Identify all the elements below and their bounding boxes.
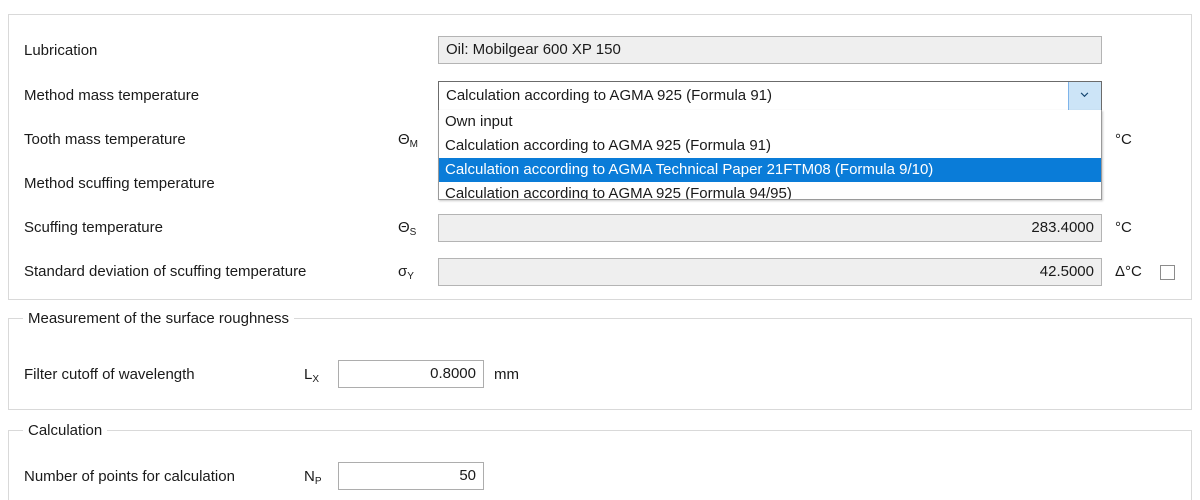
calculation-group-legend: Calculation <box>23 421 108 441</box>
dropdown-item[interactable]: Calculation according to AGMA 925 (Formu… <box>439 182 1101 199</box>
dropdown-item-selected[interactable]: Calculation according to AGMA Technical … <box>439 158 1101 182</box>
method-mass-temperature-label: Method mass temperature <box>24 87 200 104</box>
tooth-mass-temperature-symbol: ΘM <box>398 130 418 152</box>
filter-cutoff-symbol: LX <box>304 365 319 387</box>
surface-roughness-group: Measurement of the surface roughness <box>8 309 1192 410</box>
method-mass-temperature-combobox[interactable]: Calculation according to AGMA 925 (Formu… <box>438 81 1102 111</box>
standard-deviation-scuffing-temperature-checkbox[interactable] <box>1160 265 1175 280</box>
method-scuffing-temperature-label: Method scuffing temperature <box>24 175 215 192</box>
scuffing-temperature-symbol: ΘS <box>398 218 416 240</box>
lubrication-label: Lubrication <box>24 42 98 59</box>
method-mass-temperature-dropdown-button[interactable] <box>1068 82 1101 110</box>
filter-cutoff-unit: mm <box>494 366 519 383</box>
number-of-points-symbol-sub: P <box>314 476 322 487</box>
filter-cutoff-symbol-sub: X <box>312 374 320 385</box>
calculation-group: Calculation <box>8 421 1192 500</box>
standard-deviation-scuffing-temperature-label: Standard deviation of scuffing temperatu… <box>24 263 307 280</box>
tooth-mass-temperature-unit: °C <box>1115 131 1132 148</box>
standard-deviation-scuffing-temperature-field[interactable]: 42.5000 <box>438 258 1102 286</box>
lubrication-field[interactable]: Oil: Mobilgear 600 XP 150 <box>438 36 1102 64</box>
dropdown-item[interactable]: Own input <box>439 110 1101 134</box>
scuffing-temperature-unit: °C <box>1115 219 1132 236</box>
number-of-points-symbol-base: N <box>304 468 315 485</box>
filter-cutoff-input[interactable]: 0.8000 <box>338 360 484 388</box>
tooth-mass-temperature-symbol-sub: M <box>409 139 419 150</box>
scuffing-temperature-symbol-sub: S <box>409 227 417 238</box>
scuffing-temperature-symbol-base: Θ <box>398 219 410 236</box>
standard-deviation-symbol-base: σ <box>398 263 408 280</box>
dropdown-item[interactable]: Calculation according to AGMA 925 (Formu… <box>439 134 1101 158</box>
number-of-points-symbol: NP <box>304 467 322 489</box>
chevron-down-icon <box>1080 92 1089 98</box>
scuffing-temperature-field[interactable]: 283.4000 <box>438 214 1102 242</box>
number-of-points-label: Number of points for calculation <box>24 468 235 485</box>
number-of-points-input[interactable]: 50 <box>338 462 484 490</box>
tooth-mass-temperature-symbol-base: Θ <box>398 131 410 148</box>
surface-roughness-group-legend: Measurement of the surface roughness <box>23 309 294 329</box>
standard-deviation-scuffing-temperature-symbol: σY <box>398 262 414 284</box>
standard-deviation-scuffing-temperature-unit: Δ°C <box>1115 263 1142 280</box>
standard-deviation-symbol-sub: Y <box>407 271 414 282</box>
method-mass-temperature-value: Calculation according to AGMA 925 (Formu… <box>446 87 772 104</box>
method-mass-temperature-dropdown-list[interactable]: Own input Calculation according to AGMA … <box>438 110 1102 200</box>
filter-cutoff-label: Filter cutoff of wavelength <box>24 366 195 383</box>
scuffing-temperature-label: Scuffing temperature <box>24 219 163 236</box>
tooth-mass-temperature-label: Tooth mass temperature <box>24 131 186 148</box>
